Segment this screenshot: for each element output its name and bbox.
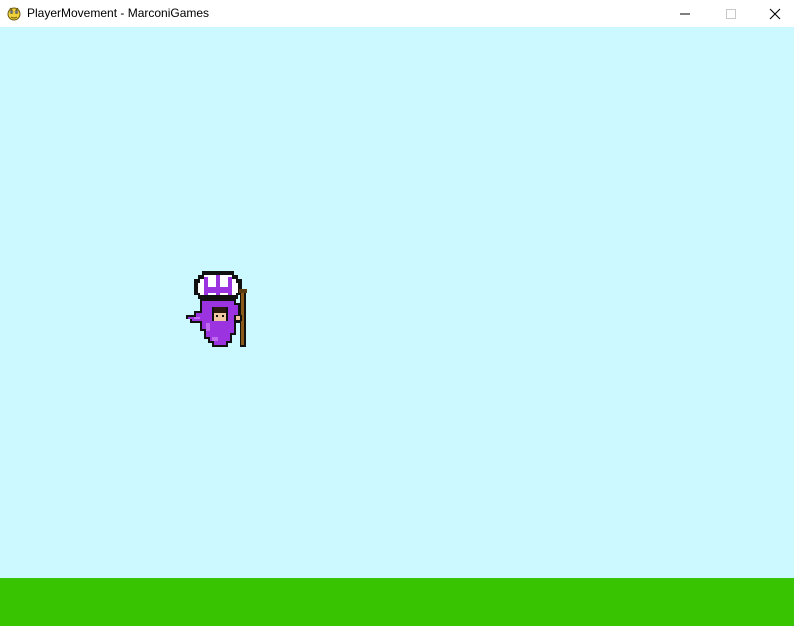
- ground: [0, 578, 794, 626]
- maximize-icon: [726, 8, 736, 19]
- player-sprite: [186, 271, 247, 347]
- app-window: PlayerMovement - MarconiGames: [0, 0, 794, 626]
- minimize-button[interactable]: [662, 0, 708, 27]
- title-bar[interactable]: PlayerMovement - MarconiGames: [0, 0, 794, 27]
- maximize-button[interactable]: [708, 0, 754, 27]
- close-icon: [769, 8, 781, 19]
- close-button[interactable]: [752, 0, 794, 27]
- game-canvas[interactable]: [0, 27, 794, 626]
- minimize-icon: [680, 13, 690, 14]
- pygame-snake-icon: [7, 7, 21, 21]
- window-title: PlayerMovement - MarconiGames: [27, 6, 210, 20]
